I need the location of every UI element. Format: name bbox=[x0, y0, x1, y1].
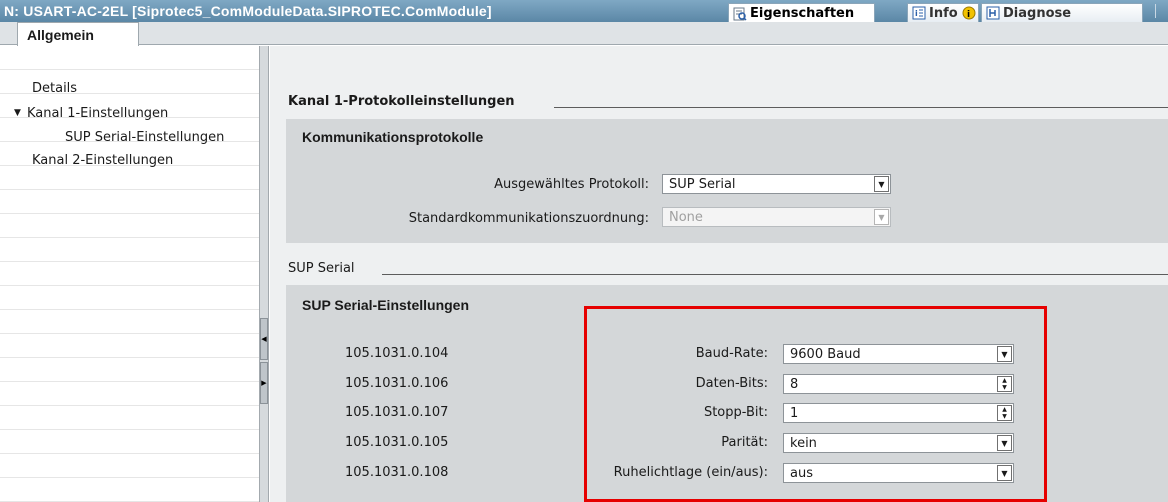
tab-diagnostics[interactable]: Diagnose bbox=[981, 3, 1143, 22]
nav-row bbox=[0, 46, 259, 70]
selected-protocol-value: SUP Serial bbox=[669, 177, 736, 192]
highlight-annotation-box bbox=[584, 306, 1047, 502]
nav-row bbox=[0, 454, 259, 478]
properties-icon bbox=[733, 7, 747, 21]
tab-general[interactable]: Allgemein bbox=[17, 22, 139, 46]
sidebar-item-sup-serial-settings[interactable]: SUP Serial-Einstellungen bbox=[65, 127, 224, 147]
sidebar-item-details[interactable]: Details bbox=[32, 78, 77, 98]
sidebar-item-channel2-settings[interactable]: Kanal 2-Einstellungen bbox=[32, 150, 173, 170]
section-divider bbox=[554, 107, 1168, 108]
expanded-triangle-icon[interactable]: ▼ bbox=[14, 108, 24, 118]
svg-text:i: i bbox=[967, 10, 970, 20]
std-mapping-value: None bbox=[669, 210, 703, 225]
nav-row bbox=[0, 358, 259, 382]
tab-diagnostics-label: Diagnose bbox=[1003, 5, 1072, 21]
panel-splitter[interactable]: ◀ ▶ bbox=[259, 46, 269, 502]
sidebar-item-label: SUP Serial-Einstellungen bbox=[65, 129, 225, 145]
tab-info[interactable]: i Info i bbox=[907, 3, 979, 22]
channel1-section-header: Kanal 1-Protokolleinstellungen bbox=[288, 94, 515, 109]
expand-right-arrow-icon[interactable]: ▶ bbox=[260, 362, 268, 404]
svg-text:i: i bbox=[915, 9, 918, 18]
collapse-left-arrow-icon[interactable]: ◀ bbox=[260, 318, 268, 360]
diagnostics-icon bbox=[986, 6, 1000, 20]
parameter-address: 105.1031.0.104 bbox=[345, 346, 449, 361]
nav-row bbox=[0, 190, 259, 214]
parameter-address: 105.1031.0.106 bbox=[345, 376, 449, 391]
parameter-address: 105.1031.0.108 bbox=[345, 465, 449, 480]
properties-content: Kanal 1-Protokolleinstellungen Kommunika… bbox=[270, 46, 1168, 502]
nav-row bbox=[0, 334, 259, 358]
tab-overflow[interactable] bbox=[1155, 4, 1165, 18]
communication-protocols-group: Kommunikationsprotokolle Ausgewähltes Pr… bbox=[286, 119, 1168, 243]
sub-tab-bar: Allgemein bbox=[0, 22, 1168, 46]
nav-row bbox=[0, 382, 259, 406]
section-divider bbox=[382, 274, 1168, 275]
std-mapping-dropdown: None ▼ bbox=[662, 207, 891, 227]
nav-row bbox=[0, 238, 259, 262]
nav-row bbox=[0, 310, 259, 334]
sup-serial-section-title: SUP Serial bbox=[288, 261, 355, 276]
sidebar-item-label: Details bbox=[32, 80, 78, 96]
tab-properties-label: Eigenschaften bbox=[750, 6, 855, 21]
nav-row bbox=[0, 214, 259, 238]
sup-serial-settings-title: SUP Serial-Einstellungen bbox=[302, 297, 470, 313]
settings-navigation-tree: Details ▼ Kanal 1-Einstellungen SUP Seri… bbox=[0, 46, 259, 502]
tab-properties[interactable]: Eigenschaften bbox=[728, 3, 875, 23]
window-title: N: USART-AC-2EL [Siprotec5_ComModuleData… bbox=[4, 3, 492, 19]
channel1-section-title: Kanal 1-Protokolleinstellungen bbox=[288, 94, 515, 109]
std-mapping-label: Standardkommunikationszuordnung: bbox=[408, 211, 649, 226]
tab-info-label: Info bbox=[929, 5, 958, 21]
nav-row bbox=[0, 430, 259, 454]
sidebar-item-label: Kanal 1-Einstellungen bbox=[27, 105, 169, 121]
nav-row bbox=[0, 286, 259, 310]
parameter-address: 105.1031.0.105 bbox=[345, 435, 449, 450]
nav-row bbox=[0, 406, 259, 430]
chevron-down-icon[interactable]: ▼ bbox=[874, 176, 889, 192]
communication-protocols-title: Kommunikationsprotokolle bbox=[302, 129, 484, 145]
info-warning-icon: i bbox=[962, 6, 976, 20]
selected-protocol-label: Ausgewähltes Protokoll: bbox=[494, 177, 649, 192]
selected-protocol-dropdown[interactable]: SUP Serial ▼ bbox=[662, 174, 891, 194]
parameter-address: 105.1031.0.107 bbox=[345, 405, 449, 420]
info-list-icon: i bbox=[912, 6, 926, 20]
nav-row bbox=[0, 262, 259, 286]
tab-general-label: Allgemein bbox=[27, 26, 94, 43]
chevron-down-icon: ▼ bbox=[874, 209, 889, 225]
sidebar-item-label: Kanal 2-Einstellungen bbox=[32, 152, 174, 168]
nav-row bbox=[0, 478, 259, 502]
sidebar-item-channel1-settings[interactable]: ▼ Kanal 1-Einstellungen bbox=[14, 103, 168, 123]
properties-title-bar: N: USART-AC-2EL [Siprotec5_ComModuleData… bbox=[0, 0, 1168, 23]
